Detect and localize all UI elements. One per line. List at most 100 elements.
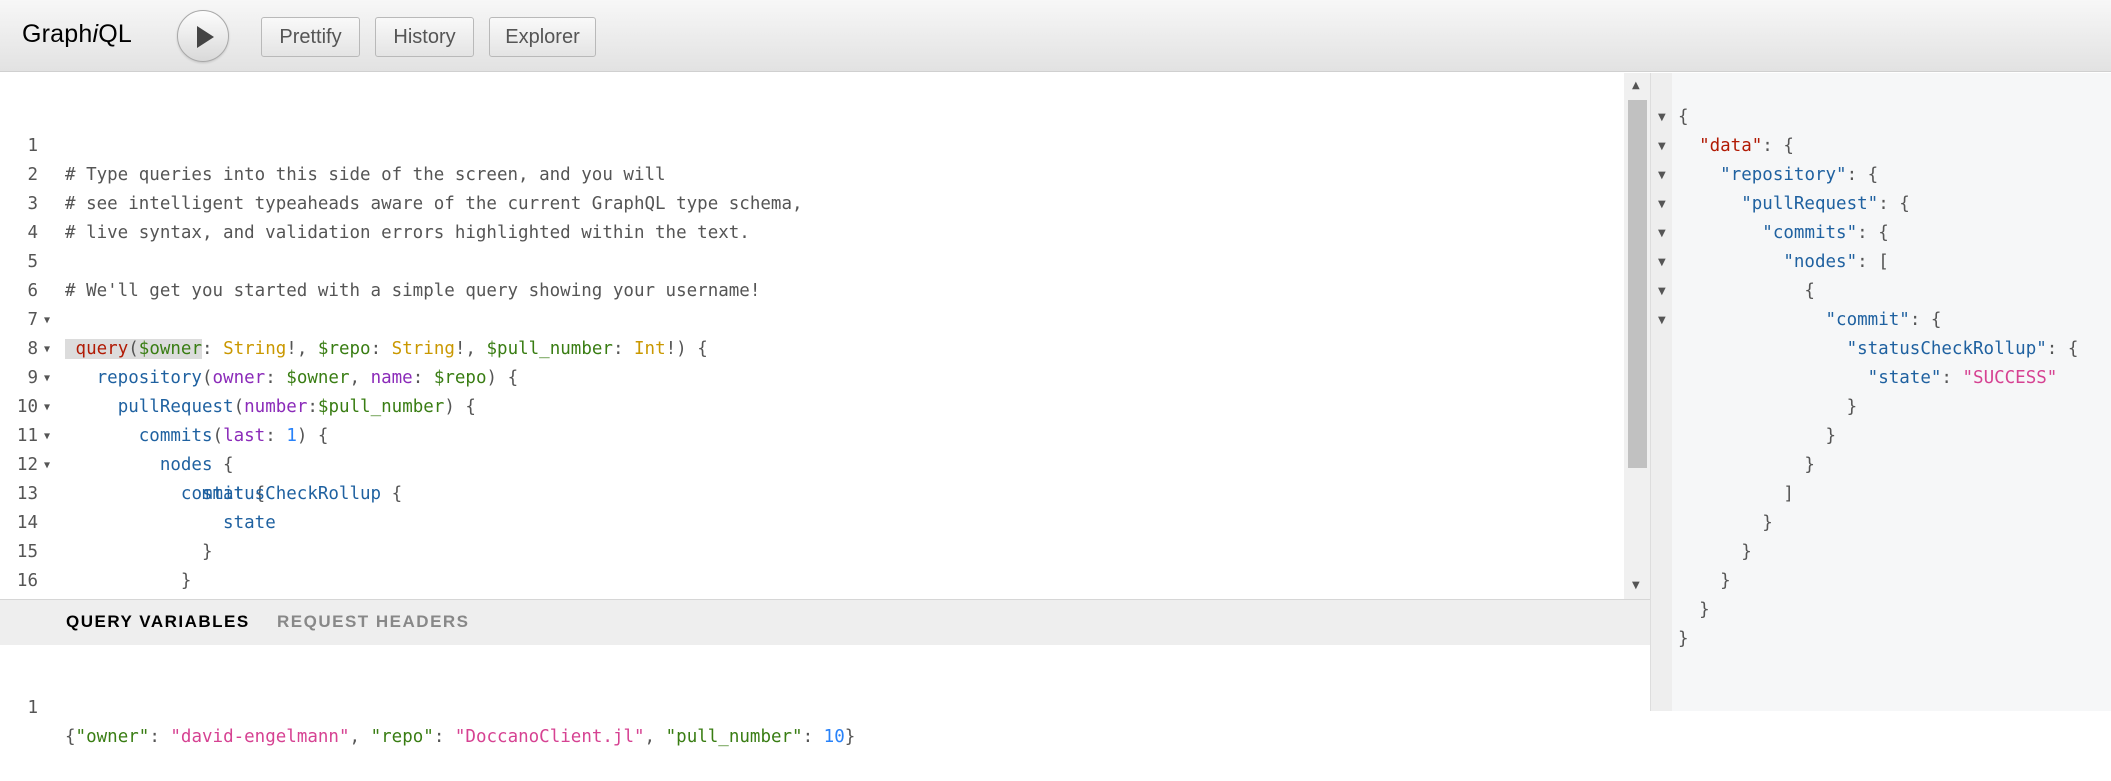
query-editor[interactable]: 1 # Type queries into this side of the s…: [0, 73, 1650, 599]
fold-arrow-icon[interactable]: ▼: [44, 306, 50, 335]
editor-line: 15 }: [0, 509, 192, 591]
field-token: pullRequest: [117, 397, 234, 417]
query-keyword: query: [75, 339, 129, 359]
result-line: }: [1678, 571, 1731, 591]
history-button[interactable]: History: [375, 17, 474, 57]
editor-line: 8 ▼ pullRequest(number:$pull_number) {: [0, 306, 476, 417]
scroll-down-arrow-icon[interactable]: ▼: [1632, 580, 1640, 591]
fold-arrow-icon[interactable]: ▼: [44, 335, 50, 364]
result-line: "repository": {: [1720, 165, 1879, 185]
json-key: "commit": [1825, 310, 1910, 330]
result-line: }: [1678, 397, 1858, 417]
type-token: String: [223, 339, 287, 359]
editor-line: 6 ▼ query($owner: String!, $repo: String…: [0, 248, 708, 359]
variable-token: $owner: [138, 339, 202, 359]
fold-arrow-icon[interactable]: ▼: [1658, 286, 1666, 297]
prettify-button[interactable]: Prettify: [261, 17, 360, 57]
fold-arrow-icon[interactable]: ▼: [44, 422, 50, 451]
editor-line: 3 # live syntax, and validation errors h…: [0, 161, 749, 243]
editor-line: 5 # We'll get you started with a simple …: [0, 219, 760, 301]
field-token: commits: [138, 426, 213, 446]
json-key: "state": [1867, 368, 1942, 388]
argument-token: name: [370, 368, 413, 388]
variable-token: $pull_number: [317, 397, 445, 417]
json-key: "commits": [1762, 223, 1858, 243]
explorer-button[interactable]: Explorer: [489, 17, 596, 57]
json-key: "pull_number": [665, 727, 803, 747]
tab-request-headers[interactable]: REQUEST HEADERS: [277, 612, 470, 632]
editor-line: 11 ▼ commit {: [0, 393, 265, 504]
editor-line: 2 # see intelligent typeaheads aware of …: [0, 132, 802, 214]
fold-arrow-icon[interactable]: ▼: [1658, 199, 1666, 210]
editor-line: 13 state: [0, 451, 276, 533]
editor-line: 16 }: [0, 538, 42, 591]
field-token: nodes: [159, 455, 213, 475]
json-key: "repository": [1720, 165, 1847, 185]
argument-token: number: [244, 397, 308, 417]
execute-query-button[interactable]: [177, 10, 229, 62]
result-line: ]: [1678, 484, 1794, 504]
editor-line: 12 statusCheckRollup {: [0, 422, 402, 504]
editor-scrollbar-thumb[interactable]: [1628, 100, 1647, 468]
result-line: }: [1678, 426, 1837, 446]
field-token: statusCheckRollup: [201, 484, 382, 504]
result-line: "commits": {: [1762, 223, 1889, 243]
fold-arrow-icon[interactable]: ▼: [44, 451, 50, 480]
json-number: 10: [823, 727, 845, 747]
editor-line: 7 ▼ repository(owner: $owner, name: $rep…: [0, 277, 518, 388]
comment-text: # see intelligent typeaheads aware of th…: [65, 194, 803, 214]
editor-line: 1 {"owner": "david-engelmann", "repo": "…: [0, 665, 855, 747]
variable-token: $repo: [433, 368, 487, 388]
editor-line: 1 # Type queries into this side of the s…: [0, 103, 665, 185]
toolbar: GraphiQL Prettify History Explorer: [0, 0, 2111, 72]
variables-editor[interactable]: 1 {"owner": "david-engelmann", "repo": "…: [0, 645, 1650, 747]
result-line: "commit": {: [1825, 310, 1942, 330]
json-key: "owner": [75, 727, 150, 747]
pane-resize-handle[interactable]: [1650, 73, 1672, 711]
result-line: {: [1678, 107, 1689, 127]
tab-query-variables[interactable]: QUERY VARIABLES: [66, 612, 250, 632]
fold-arrow-icon[interactable]: ▼: [1658, 315, 1666, 326]
type-token: String: [391, 339, 455, 359]
argument-token: last: [223, 426, 266, 446]
variable-token: $repo: [317, 339, 371, 359]
variable-token: $owner: [286, 368, 350, 388]
result-line: }: [1678, 513, 1773, 533]
fold-arrow-icon[interactable]: ▼: [1658, 170, 1666, 181]
result-line: }: [1678, 629, 1689, 649]
json-key: "nodes": [1783, 252, 1858, 272]
result-line: }: [1678, 455, 1815, 475]
fold-arrow-icon[interactable]: ▼: [1658, 141, 1666, 152]
field-token: repository: [96, 368, 202, 388]
editor-line: 4: [0, 190, 42, 243]
result-line: "state": "SUCCESS": [1867, 368, 2058, 388]
fold-arrow-icon[interactable]: ▼: [1658, 228, 1666, 239]
json-key: "data": [1699, 136, 1763, 156]
result-viewer: { "data": { "repository": { "pullRequest…: [1672, 73, 2111, 711]
field-token: state: [223, 513, 276, 533]
editor-line: 9 ▼ commits(last: 1) {: [0, 335, 328, 446]
fold-arrow-icon[interactable]: ▼: [44, 364, 50, 393]
json-string: "SUCCESS": [1962, 368, 2058, 388]
fold-arrow-icon[interactable]: ▼: [1658, 112, 1666, 123]
play-icon: [197, 26, 214, 48]
json-key: "pullRequest": [1741, 194, 1879, 214]
comment-text: # We'll get you started with a simple qu…: [65, 281, 761, 301]
json-string: "david-engelmann": [170, 727, 350, 747]
result-line: "nodes": [: [1783, 252, 1889, 272]
variables-panel-header: QUERY VARIABLES REQUEST HEADERS: [0, 599, 1650, 645]
result-line: "statusCheckRollup": {: [1846, 339, 2079, 359]
result-line: }: [1678, 600, 1710, 620]
result-line: {: [1678, 281, 1815, 301]
result-line: "pullRequest": {: [1741, 194, 1910, 214]
graphiql-logo: GraphiQL: [22, 20, 132, 48]
type-token: Int: [634, 339, 666, 359]
scroll-up-arrow-icon[interactable]: ▲: [1632, 80, 1640, 91]
comment-text: # Type queries into this side of the scr…: [65, 165, 666, 185]
fold-arrow-icon[interactable]: ▼: [44, 393, 50, 422]
line-number: 1: [27, 698, 38, 718]
number-token: 1: [286, 426, 297, 446]
json-key: "statusCheckRollup": [1846, 339, 2047, 359]
json-string: "DoccanoClient.jl": [454, 727, 645, 747]
fold-arrow-icon[interactable]: ▼: [1658, 257, 1666, 268]
